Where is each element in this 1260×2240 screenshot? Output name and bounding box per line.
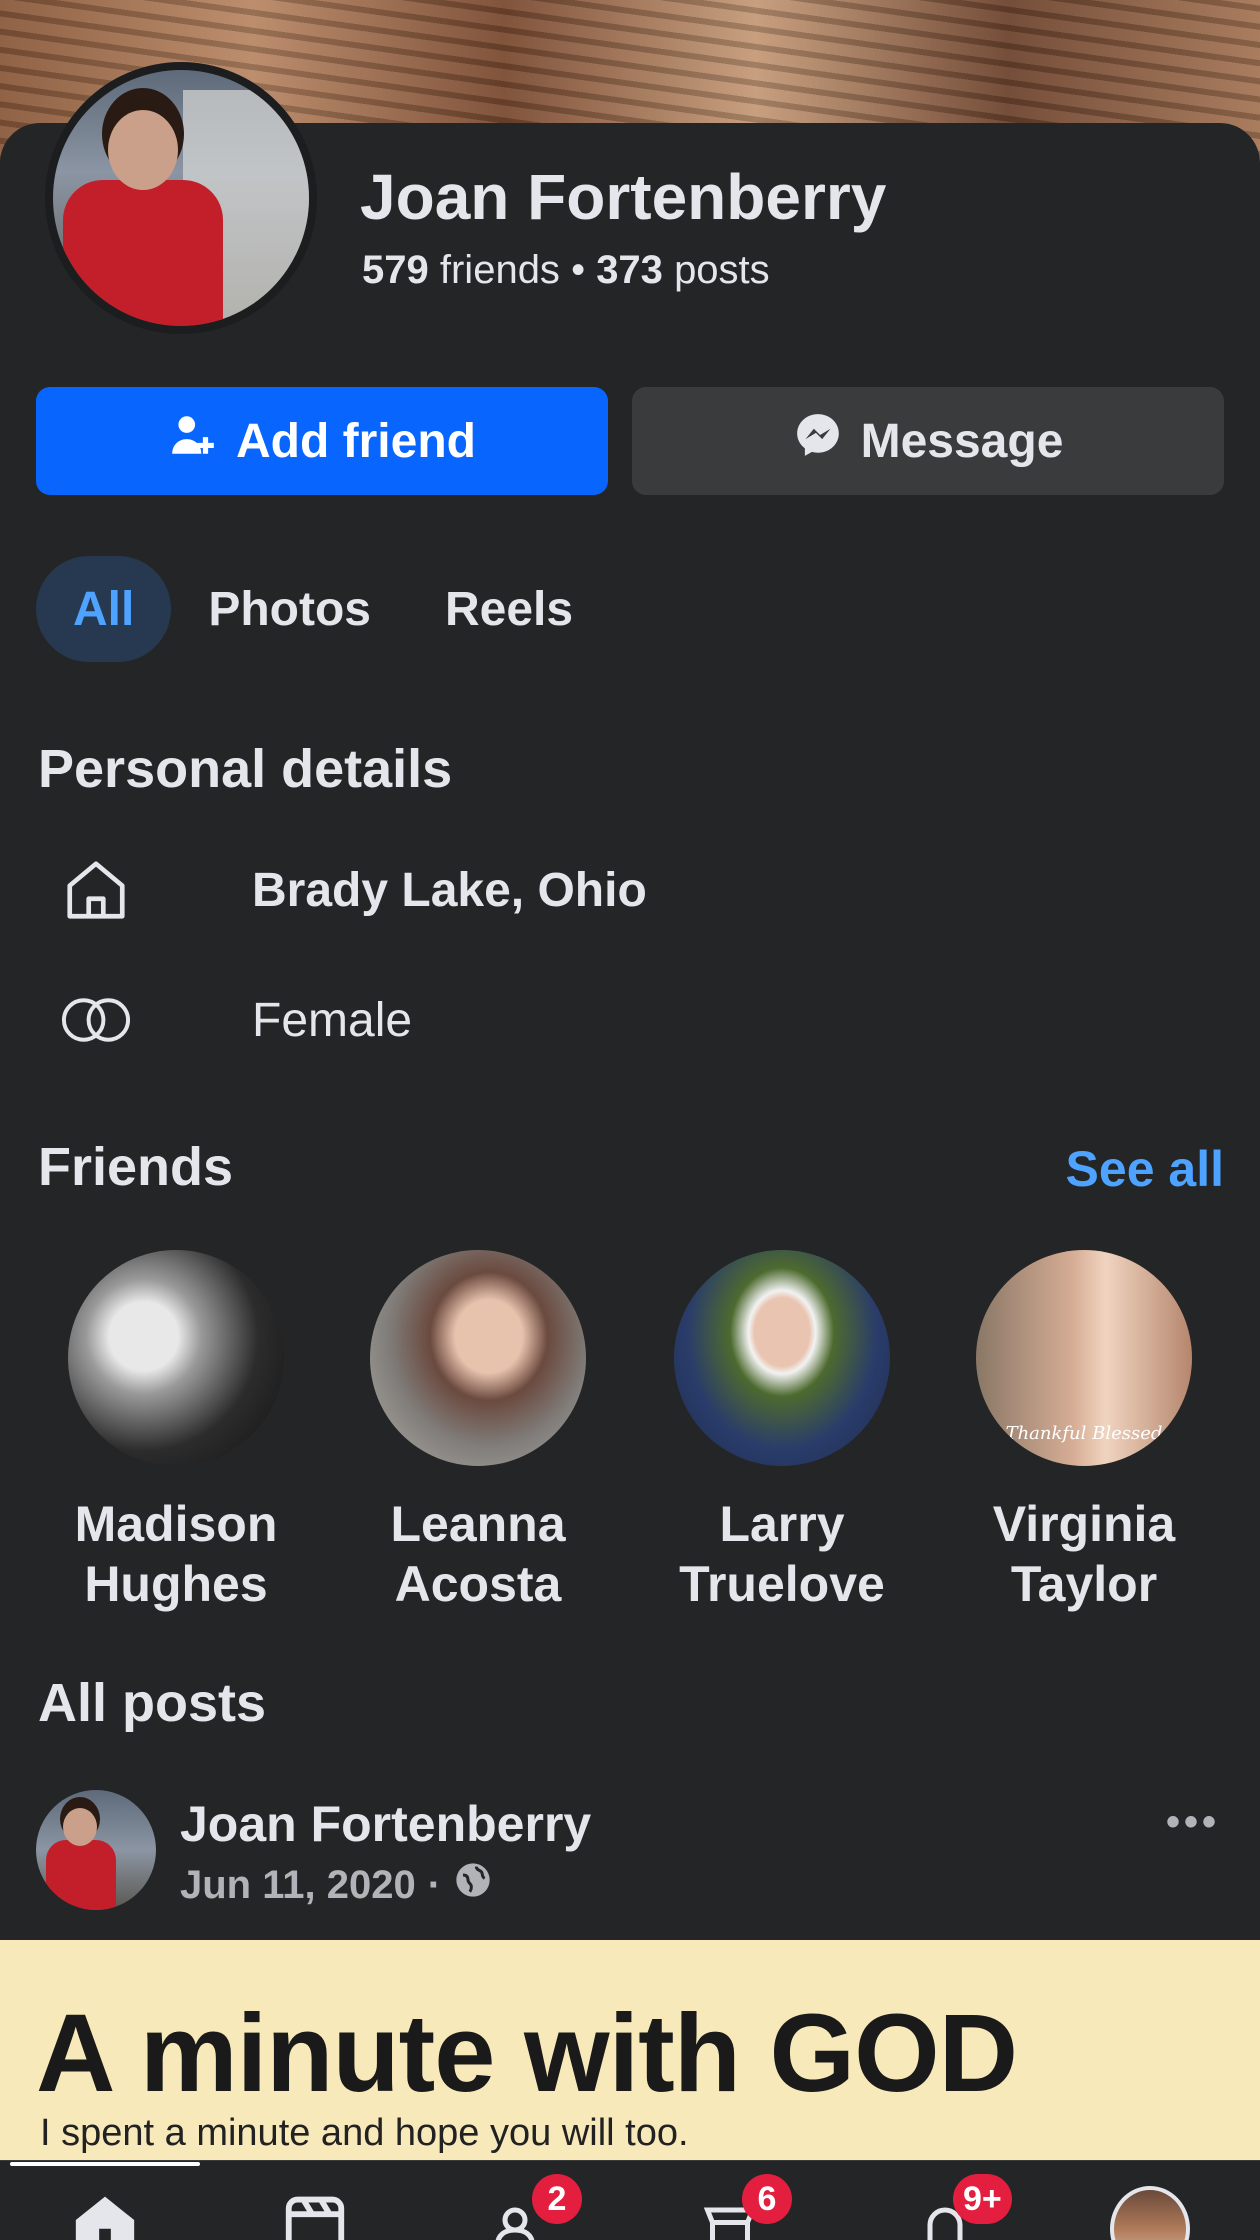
nav-marketplace-icon[interactable]: 6 bbox=[690, 2174, 792, 2240]
add-friend-label: Add friend bbox=[236, 414, 476, 468]
globe-icon bbox=[453, 1860, 493, 1910]
all-posts-title: All posts bbox=[38, 1673, 267, 1733]
post-image-headline: A minute with GOD bbox=[36, 1992, 1018, 2115]
messenger-icon bbox=[793, 410, 843, 472]
home-outline-icon bbox=[58, 852, 134, 928]
tab-photos[interactable]: Photos bbox=[171, 556, 408, 662]
posts-count: 373 bbox=[596, 248, 663, 292]
post-date[interactable]: Jun 11, 2020 bbox=[180, 1863, 416, 1908]
gender-rings-icon bbox=[58, 982, 134, 1058]
friend-name[interactable]: Madison Hughes bbox=[46, 1494, 306, 1614]
nav-notifications-icon[interactable]: 9+ bbox=[905, 2174, 1012, 2240]
nav-friends-icon[interactable]: 2 bbox=[480, 2174, 582, 2240]
post-author-avatar[interactable] bbox=[36, 1790, 156, 1910]
friends-badge: 2 bbox=[532, 2174, 582, 2224]
profile-tabs: All Photos Reels bbox=[36, 556, 610, 662]
friend-photo[interactable] bbox=[370, 1250, 586, 1466]
friend-card[interactable]: Larry Truelove bbox=[652, 1250, 912, 1614]
friends-title: Friends bbox=[38, 1137, 234, 1197]
friends-count[interactable]: 579 bbox=[362, 248, 429, 292]
friends-label[interactable]: friends bbox=[440, 248, 560, 292]
nav-profile-avatar[interactable] bbox=[1110, 2186, 1190, 2240]
friend-photo[interactable] bbox=[68, 1250, 284, 1466]
tab-all[interactable]: All bbox=[36, 556, 172, 662]
post-image-subtitle: I spent a minute and hope you will too. bbox=[40, 2112, 689, 2154]
post-more-options-icon[interactable]: ••• bbox=[1166, 1800, 1220, 1845]
profile-stats: 579 friends • 373 posts bbox=[362, 248, 770, 293]
profile-avatar[interactable] bbox=[45, 62, 317, 334]
posts-label: posts bbox=[674, 248, 770, 292]
gender-text: Female bbox=[252, 993, 413, 1047]
post-image[interactable]: A minute with GOD I spent a minute and h… bbox=[0, 1940, 1260, 2160]
friend-card[interactable]: Leanna Acosta bbox=[348, 1250, 608, 1614]
detail-location: Brady Lake, Ohio bbox=[58, 850, 647, 930]
post-meta: Jun 11, 2020 · bbox=[180, 1860, 493, 1910]
friend-name[interactable]: Larry Truelove bbox=[652, 1494, 912, 1614]
stats-separator: • bbox=[571, 248, 597, 292]
location-text: Brady Lake, Ohio bbox=[252, 863, 647, 917]
tab-reels[interactable]: Reels bbox=[408, 556, 610, 662]
nav-video-icon[interactable] bbox=[275, 2190, 355, 2240]
active-tab-indicator bbox=[10, 2162, 200, 2166]
see-all-friends-link[interactable]: See all bbox=[1066, 1140, 1224, 1198]
message-button[interactable]: Message bbox=[632, 387, 1224, 495]
nav-home-icon[interactable] bbox=[65, 2190, 145, 2240]
meta-dot: · bbox=[427, 1862, 442, 1907]
detail-gender: Female bbox=[58, 980, 412, 1060]
friend-name[interactable]: Virginia Taylor bbox=[954, 1494, 1214, 1614]
friend-card[interactable]: Madison Hughes bbox=[46, 1250, 306, 1614]
bottom-nav bbox=[0, 2160, 1260, 2240]
marketplace-badge: 6 bbox=[742, 2174, 792, 2224]
add-person-icon bbox=[168, 410, 218, 472]
post-author-name[interactable]: Joan Fortenberry bbox=[180, 1795, 591, 1853]
friend-photo[interactable]: Thankful Blessed bbox=[976, 1250, 1192, 1466]
friend-card[interactable]: Thankful Blessed Virginia Taylor bbox=[954, 1250, 1214, 1614]
personal-details-title: Personal details bbox=[38, 739, 453, 799]
friend-name[interactable]: Leanna Acosta bbox=[348, 1494, 608, 1614]
message-label: Message bbox=[860, 414, 1064, 468]
photo-overlay-text: Thankful Blessed bbox=[1005, 1423, 1163, 1444]
friend-photo[interactable] bbox=[674, 1250, 890, 1466]
notifications-badge: 9+ bbox=[953, 2174, 1012, 2224]
add-friend-button[interactable]: Add friend bbox=[36, 387, 608, 495]
profile-name: Joan Fortenberry bbox=[360, 161, 887, 233]
